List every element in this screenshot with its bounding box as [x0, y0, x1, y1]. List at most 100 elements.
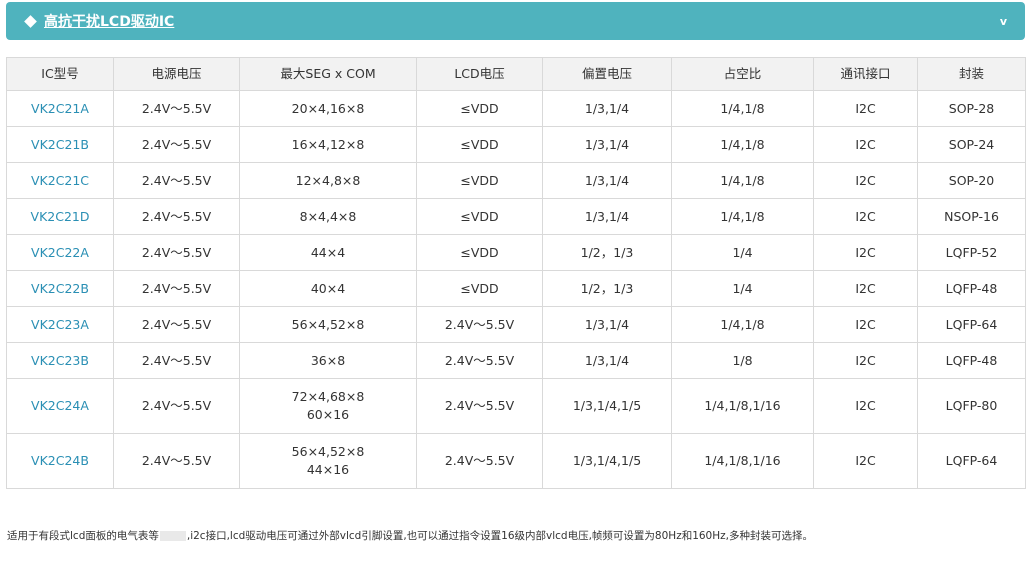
column-header: 通讯接口	[813, 57, 918, 91]
supply-voltage-cell: 2.4V～5.5V	[113, 306, 240, 343]
table-row: VK2C24B 2.4V～5.5V 56×4,52×8 44×16 2.4V～5.5V 1…	[6, 433, 1026, 489]
seg-com-line: 44×4	[310, 244, 346, 260]
table-row: VK2C22B 2.4V～5.5V 40×4 ≤VDD 1/2，1/3 1/4 I2C LQF…	[6, 270, 1026, 307]
package-cell: SOP-28	[917, 90, 1026, 127]
model-link[interactable]: VK2C23B	[31, 353, 89, 368]
column-header: IC型号	[6, 57, 114, 91]
table-row: VK2C21C 2.4V～5.5V 12×4,8×8 ≤VDD 1/3,1/4 1/4,1…	[6, 162, 1026, 199]
bias-cell: 1/2，1/3	[542, 234, 672, 271]
model-cell: VK2C21A	[6, 90, 114, 127]
section-title-link[interactable]: 高抗干扰LCD驱动IC	[44, 11, 174, 31]
column-header: LCD电压	[416, 57, 543, 91]
table-row: VK2C23A 2.4V～5.5V 56×4,52×8 2.4V～5.5V 1/3,1/…	[6, 306, 1026, 343]
supply-voltage-cell: 2.4V～5.5V	[113, 270, 240, 307]
column-header: 封装	[917, 57, 1026, 91]
spec-table: IC型号 电源电压 最大SEG x COM LCD电压 偏置电压 占空比 通讯接口 封装 VK…	[6, 57, 1026, 489]
model-cell: VK2C21C	[6, 162, 114, 199]
model-cell: VK2C23A	[6, 306, 114, 343]
seg-com-cell: 8×4,4×8	[239, 198, 417, 235]
interface-cell: I2C	[813, 162, 918, 199]
model-link[interactable]: VK2C24A	[31, 398, 89, 413]
model-link[interactable]: VK2C23A	[31, 317, 89, 332]
interface-cell: I2C	[813, 378, 918, 434]
duty-cell: 1/4,1/8	[671, 90, 814, 127]
lcd-voltage-cell: ≤VDD	[416, 270, 543, 307]
model-link[interactable]: VK2C21C	[31, 173, 89, 188]
model-cell: VK2C21D	[6, 198, 114, 235]
duty-cell: 1/4,1/8	[671, 162, 814, 199]
interface-cell: I2C	[813, 198, 918, 235]
model-cell: VK2C23B	[6, 342, 114, 379]
bias-cell: 1/3,1/4	[542, 90, 672, 127]
seg-com-line: 60×16	[306, 407, 350, 422]
model-link[interactable]: VK2C22B	[31, 281, 89, 296]
table-row: VK2C22A 2.4V～5.5V 44×4 ≤VDD 1/2，1/3 1/4 I2C LQF…	[6, 234, 1026, 271]
seg-com-line: 8×4,4×8	[299, 208, 357, 224]
supply-voltage-cell: 2.4V～5.5V	[113, 378, 240, 434]
supply-voltage-cell: 2.4V～5.5V	[113, 90, 240, 127]
seg-com-cell: 20×4,16×8	[239, 90, 417, 127]
seg-com-cell: 72×4,68×8 60×16	[239, 378, 417, 434]
header-row: IC型号 电源电压 最大SEG x COM LCD电压 偏置电压 占空比 通讯接口 封装	[6, 57, 1026, 91]
duty-cell: 1/4,1/8,1/16	[671, 433, 814, 489]
supply-voltage-cell: 2.4V～5.5V	[113, 198, 240, 235]
table-row: VK2C24A 2.4V～5.5V 72×4,68×8 60×16 2.4V～5.5V 1…	[6, 378, 1026, 434]
model-link[interactable]: VK2C21A	[31, 101, 89, 116]
lcd-voltage-cell: 2.4V～5.5V	[416, 342, 543, 379]
interface-cell: I2C	[813, 126, 918, 163]
model-cell: VK2C22B	[6, 270, 114, 307]
seg-com-line: 72×4,68×8	[291, 389, 365, 404]
section-header[interactable]: 高抗干扰LCD驱动IC v	[6, 2, 1025, 40]
model-cell: VK2C21B	[6, 126, 114, 163]
model-link[interactable]: VK2C21D	[31, 209, 90, 224]
bias-cell: 1/3,1/4	[542, 198, 672, 235]
package-cell: SOP-24	[917, 126, 1026, 163]
seg-com-cell: 56×4,52×8	[239, 306, 417, 343]
lcd-voltage-cell: ≤VDD	[416, 234, 543, 271]
supply-voltage-cell: 2.4V～5.5V	[113, 342, 240, 379]
bias-cell: 1/3,1/4	[542, 306, 672, 343]
seg-com-cell: 44×4	[239, 234, 417, 271]
model-link[interactable]: VK2C24B	[31, 453, 89, 468]
column-header: 偏置电压	[542, 57, 672, 91]
chevron-down-icon[interactable]: v	[996, 15, 1011, 28]
package-cell: SOP-20	[917, 162, 1026, 199]
diamond-bullet-icon	[24, 14, 37, 28]
model-cell: VK2C24A	[6, 378, 114, 434]
duty-cell: 1/4	[671, 234, 814, 271]
column-header: 电源电压	[113, 57, 240, 91]
interface-cell: I2C	[813, 342, 918, 379]
duty-cell: 1/4	[671, 270, 814, 307]
duty-cell: 1/4,1/8	[671, 306, 814, 343]
supply-voltage-cell: 2.4V～5.5V	[113, 433, 240, 489]
table-body: VK2C21A 2.4V～5.5V 20×4,16×8 ≤VDD 1/3,1/4 1/4,…	[6, 90, 1026, 489]
lcd-voltage-cell: 2.4V～5.5V	[416, 306, 543, 343]
supply-voltage-cell: 2.4V～5.5V	[113, 234, 240, 271]
bias-cell: 1/3,1/4	[542, 162, 672, 199]
model-link[interactable]: VK2C21B	[31, 137, 89, 152]
duty-cell: 1/8	[671, 342, 814, 379]
model-link[interactable]: VK2C22A	[31, 245, 89, 260]
bias-cell: 1/2，1/3	[542, 270, 672, 307]
footer-note-before: 适用于有段式lcd面板的电气表等	[7, 530, 159, 542]
package-cell: LQFP-64	[917, 306, 1026, 343]
duty-cell: 1/4,1/8	[671, 126, 814, 163]
seg-com-line: 44×16	[306, 462, 350, 477]
table-row: VK2C21D 2.4V～5.5V 8×4,4×8 ≤VDD 1/3,1/4 1/4,1/…	[6, 198, 1026, 235]
package-cell: LQFP-48	[917, 270, 1026, 307]
model-cell: VK2C22A	[6, 234, 114, 271]
bias-cell: 1/3,1/4,1/5	[542, 433, 672, 489]
seg-com-line: 12×4,8×8	[295, 172, 361, 188]
seg-com-line: 56×4,52×8	[291, 444, 365, 459]
seg-com-line: 16×4,12×8	[291, 136, 365, 152]
lcd-voltage-cell: ≤VDD	[416, 126, 543, 163]
package-cell: LQFP-48	[917, 342, 1026, 379]
model-cell: VK2C24B	[6, 433, 114, 489]
column-header: 占空比	[671, 57, 814, 91]
lcd-voltage-cell: ≤VDD	[416, 198, 543, 235]
table-row: VK2C21A 2.4V～5.5V 20×4,16×8 ≤VDD 1/3,1/4 1/4,…	[6, 90, 1026, 127]
lcd-voltage-cell: ≤VDD	[416, 90, 543, 127]
interface-cell: I2C	[813, 306, 918, 343]
supply-voltage-cell: 2.4V～5.5V	[113, 126, 240, 163]
seg-com-cell: 12×4,8×8	[239, 162, 417, 199]
